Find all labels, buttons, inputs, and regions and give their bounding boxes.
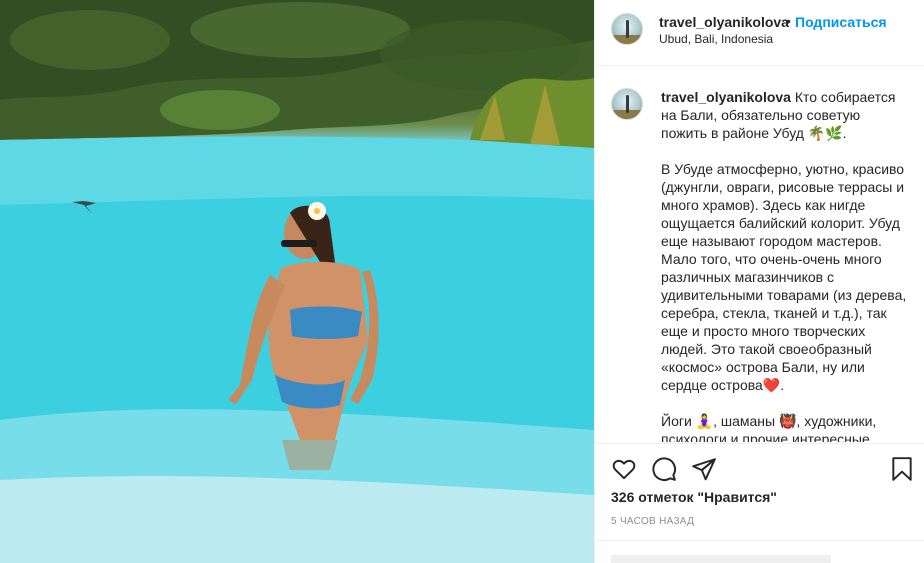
photo-illustration xyxy=(0,0,594,563)
heart-icon[interactable] xyxy=(611,456,637,482)
author-username[interactable]: travel_olyanikolova xyxy=(659,14,789,30)
bookmark-icon[interactable] xyxy=(889,456,915,482)
post-details-panel: travel_olyanikolova • Подписаться Ubud, … xyxy=(594,0,924,563)
follow-button[interactable]: Подписаться xyxy=(795,14,887,30)
caption-username[interactable]: travel_olyanikolova xyxy=(661,89,791,105)
caption-body: Кто собирается на Бали, обязательно сове… xyxy=(661,89,907,442)
comment-input-placeholder[interactable] xyxy=(611,555,831,563)
separator-dot: • xyxy=(786,13,791,29)
action-bar xyxy=(595,443,924,493)
comment-icon[interactable] xyxy=(651,456,677,482)
post-location[interactable]: Ubud, Bali, Indonesia xyxy=(659,32,773,46)
post-header: travel_olyanikolova • Подписаться Ubud, … xyxy=(595,0,924,66)
add-comment-bar[interactable] xyxy=(595,540,924,563)
caption-scroll-area[interactable]: travel_olyanikolova Кто собирается на Ба… xyxy=(595,67,924,442)
likes-count[interactable]: 326 отметок "Нравится" xyxy=(611,489,777,505)
caption-avatar[interactable] xyxy=(611,88,643,120)
post-photo[interactable] xyxy=(0,0,594,563)
post-timestamp[interactable]: 5 часов назад xyxy=(611,516,694,527)
share-icon[interactable] xyxy=(691,456,717,482)
caption-text: travel_olyanikolova Кто собирается на Ба… xyxy=(661,88,907,442)
author-avatar[interactable] xyxy=(611,13,643,45)
